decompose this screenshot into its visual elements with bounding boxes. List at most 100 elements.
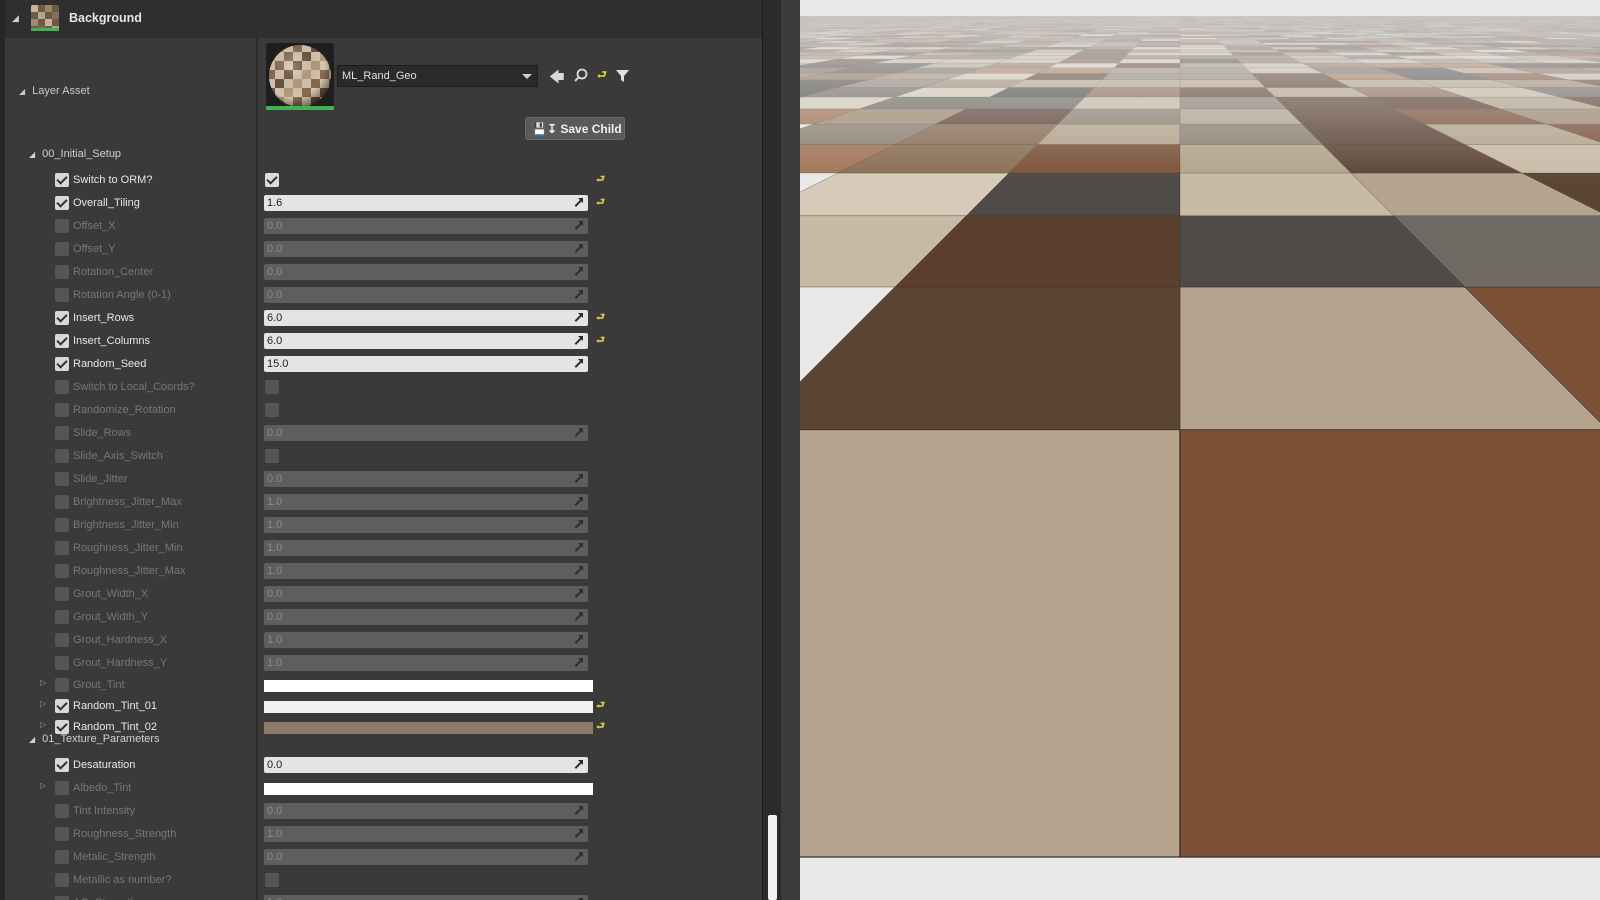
drag-arrow-icon[interactable] — [573, 589, 583, 599]
triangle-right-icon[interactable]: ▷ — [40, 720, 46, 729]
drag-arrow-icon[interactable] — [573, 428, 583, 438]
reset-arrow-icon[interactable]: ⮐ — [597, 66, 607, 85]
column-splitter[interactable] — [256, 38, 258, 900]
collapse-icon[interactable]: ◢ — [29, 735, 35, 744]
value-field-rotation-angle-0-1[interactable]: 0.0 — [264, 287, 588, 303]
override-checkbox-overall-tiling[interactable] — [55, 196, 69, 210]
drag-arrow-icon[interactable] — [573, 474, 583, 484]
value-field-grout-hardness-y[interactable]: 1.0 — [264, 655, 588, 671]
drag-arrow-icon[interactable] — [573, 520, 583, 530]
drag-arrow-icon[interactable] — [573, 829, 583, 839]
triangle-right-icon[interactable]: ▷ — [40, 781, 46, 790]
arrow-left-icon[interactable]: 🡄 — [549, 67, 565, 92]
color-swatch-albedo-tint[interactable] — [264, 783, 593, 795]
value-checkbox-switch-to-orm[interactable] — [265, 173, 279, 187]
value-checkbox-slide-axis-switch[interactable] — [265, 449, 279, 463]
value-field-rotation-center[interactable]: 0.0 — [264, 264, 588, 280]
override-checkbox-grout-width-x[interactable] — [55, 587, 69, 601]
scrollbar-track[interactable] — [763, 0, 781, 900]
group-01-texture-parameters[interactable]: ◢ 01_Texture_Parameters — [29, 733, 160, 745]
value-field-random-seed[interactable]: 15.0 — [264, 356, 588, 372]
material-preview-viewport[interactable] — [800, 0, 1600, 900]
value-field-brightness-jitter-max[interactable]: 1.0 — [264, 494, 588, 510]
reset-arrow-icon[interactable]: ⮐ — [596, 698, 605, 715]
value-field-brightness-jitter-min[interactable]: 1.0 — [264, 517, 588, 533]
reset-arrow-icon[interactable]: ⮐ — [596, 719, 605, 736]
drag-arrow-icon[interactable] — [573, 497, 583, 507]
override-checkbox-grout-width-y[interactable] — [55, 610, 69, 624]
drag-arrow-icon[interactable] — [573, 221, 583, 231]
override-checkbox-desaturation[interactable] — [55, 758, 69, 772]
drag-arrow-icon[interactable] — [573, 244, 583, 254]
override-checkbox-insert-columns[interactable] — [55, 334, 69, 348]
override-checkbox-grout-hardness-x[interactable] — [55, 633, 69, 647]
override-checkbox-slide-rows[interactable] — [55, 426, 69, 440]
group-00-initial-setup[interactable]: ◢ 00_Initial_Setup — [29, 148, 121, 160]
override-checkbox-rotation-center[interactable] — [55, 265, 69, 279]
value-field-roughness-jitter-min[interactable]: 1.0 — [264, 540, 588, 556]
override-checkbox-insert-rows[interactable] — [55, 311, 69, 325]
collapse-icon[interactable]: ◢ — [29, 150, 35, 159]
drag-arrow-icon[interactable] — [573, 543, 583, 553]
drag-arrow-icon[interactable] — [573, 313, 583, 323]
override-checkbox-random-tint-01[interactable] — [55, 699, 69, 713]
value-field-roughness-jitter-max[interactable]: 1.0 — [264, 563, 588, 579]
scrollbar-thumb[interactable] — [768, 815, 777, 900]
value-field-slide-jitter[interactable]: 0.0 — [264, 471, 588, 487]
value-checkbox-switch-to-local-coords[interactable] — [265, 380, 279, 394]
value-field-insert-rows[interactable]: 6.0 — [264, 310, 588, 326]
color-swatch-random-tint-02[interactable] — [264, 722, 593, 734]
asset-thumbnail[interactable] — [266, 43, 334, 109]
drag-arrow-icon[interactable] — [573, 852, 583, 862]
filter-icon[interactable] — [616, 70, 629, 87]
override-checkbox-grout-tint[interactable] — [55, 678, 69, 692]
drag-arrow-icon[interactable] — [573, 806, 583, 816]
triangle-right-icon[interactable]: ▷ — [40, 699, 46, 708]
override-checkbox-albedo-tint[interactable] — [55, 781, 69, 795]
save-child-button[interactable]: 💾↧ Save Child — [525, 117, 625, 140]
color-swatch-random-tint-01[interactable] — [264, 701, 593, 713]
drag-arrow-icon[interactable] — [573, 635, 583, 645]
value-checkbox-randomize-rotation[interactable] — [265, 403, 279, 417]
override-checkbox-slide-jitter[interactable] — [55, 472, 69, 486]
header-collapse-icon[interactable]: ◢ — [12, 13, 19, 24]
chevron-down-icon[interactable] — [522, 74, 532, 79]
override-checkbox-switch-to-local-coords[interactable] — [55, 380, 69, 394]
override-checkbox-brightness-jitter-max[interactable] — [55, 495, 69, 509]
value-field-grout-width-y[interactable]: 0.0 — [264, 609, 588, 625]
override-checkbox-offset-x[interactable] — [55, 219, 69, 233]
drag-arrow-icon[interactable] — [573, 658, 583, 668]
drag-arrow-icon[interactable] — [573, 612, 583, 622]
override-checkbox-metalic-strength[interactable] — [55, 850, 69, 864]
override-checkbox-tint-intensity[interactable] — [55, 804, 69, 818]
reset-arrow-icon[interactable]: ⮐ — [596, 310, 605, 327]
triangle-right-icon[interactable]: ▷ — [40, 678, 46, 687]
override-checkbox-ao-strength[interactable] — [55, 896, 69, 900]
color-swatch-grout-tint[interactable] — [264, 680, 593, 692]
value-checkbox-metallic-as-number[interactable] — [265, 873, 279, 887]
override-checkbox-grout-hardness-y[interactable] — [55, 656, 69, 670]
override-checkbox-random-seed[interactable] — [55, 357, 69, 371]
drag-arrow-icon[interactable] — [573, 198, 583, 208]
value-field-tint-intensity[interactable]: 0.0 — [264, 803, 588, 819]
override-checkbox-brightness-jitter-min[interactable] — [55, 518, 69, 532]
value-field-desaturation[interactable]: 0.0 — [264, 757, 588, 773]
reset-arrow-icon[interactable]: ⮐ — [596, 195, 605, 212]
value-field-slide-rows[interactable]: 0.0 — [264, 425, 588, 441]
drag-arrow-icon[interactable] — [573, 359, 583, 369]
value-field-overall-tiling[interactable]: 1.6 — [264, 195, 588, 211]
drag-arrow-icon[interactable] — [573, 760, 583, 770]
collapse-icon[interactable]: ◢ — [19, 87, 25, 96]
override-checkbox-roughness-jitter-min[interactable] — [55, 541, 69, 555]
magnifier-icon[interactable] — [574, 68, 588, 86]
override-checkbox-rotation-angle-0-1[interactable] — [55, 288, 69, 302]
override-checkbox-randomize-rotation[interactable] — [55, 403, 69, 417]
asset-picker-combo[interactable]: ML_Rand_Geo — [337, 65, 538, 87]
override-checkbox-slide-axis-switch[interactable] — [55, 449, 69, 463]
drag-arrow-icon[interactable] — [573, 290, 583, 300]
override-checkbox-switch-to-orm[interactable] — [55, 173, 69, 187]
value-field-grout-hardness-x[interactable]: 1.0 — [264, 632, 588, 648]
override-checkbox-offset-y[interactable] — [55, 242, 69, 256]
drag-arrow-icon[interactable] — [573, 267, 583, 277]
drag-arrow-icon[interactable] — [573, 566, 583, 576]
